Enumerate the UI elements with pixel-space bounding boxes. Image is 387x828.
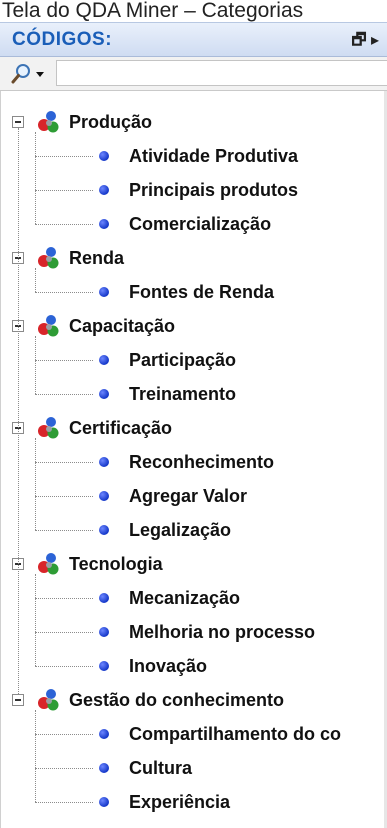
code-label: Reconhecimento [129, 452, 275, 472]
category-label: Capacitação [69, 316, 176, 336]
category-label: Tecnologia [69, 554, 163, 574]
code-label: Compartilhamento do co [129, 724, 342, 744]
code-dot-icon [99, 491, 109, 501]
code-dot-icon [99, 151, 109, 161]
panel-title: CÓDIGOS: [12, 29, 113, 50]
tree-connector-horizontal [35, 598, 93, 599]
tree-connector-horizontal [35, 496, 93, 497]
code-dot-icon [99, 797, 109, 807]
code-dot-icon [99, 389, 109, 399]
code-dot-icon [99, 661, 109, 671]
tree-code-item[interactable]: Reconhecimento [1, 445, 381, 479]
tree-connector-horizontal [35, 360, 93, 361]
code-label: Comercialização [129, 214, 272, 234]
tree-code-item[interactable]: Experiência [1, 785, 381, 819]
category-label: Produção [69, 112, 153, 132]
tree-code-item[interactable]: Agregar Valor [1, 479, 381, 513]
tree-connector-horizontal [35, 224, 93, 225]
code-label: Agregar Valor [129, 486, 248, 506]
code-label: Principais produtos [129, 180, 299, 200]
codes-tree: Produção Atividade Produtiva Principais pr… [0, 91, 387, 828]
collapse-toggle-icon[interactable] [12, 694, 24, 706]
category-spheres-icon [37, 110, 61, 134]
tree-connector-horizontal [35, 190, 93, 191]
code-dot-icon [99, 763, 109, 773]
category-label: Certificação [69, 418, 173, 438]
tree-connector-horizontal [35, 802, 93, 803]
code-label: Melhoria no processo [129, 622, 316, 642]
code-label: Fontes de Renda [129, 282, 275, 302]
tree-category-0[interactable]: Produção [1, 105, 381, 139]
category-spheres-icon [37, 688, 61, 712]
code-label: Cultura [129, 758, 192, 778]
tree-category-3[interactable]: Certificação [1, 411, 381, 445]
code-dot-icon [99, 355, 109, 365]
tree-code-item[interactable]: Treinamento [1, 377, 381, 411]
code-label: Inovação [129, 656, 208, 676]
chevron-down-icon [36, 72, 44, 77]
tree-category-1[interactable]: Renda [1, 241, 381, 275]
tree-code-item[interactable]: Mecanização [1, 581, 381, 615]
tree-connector-horizontal [35, 768, 93, 769]
code-label: Experiência [129, 792, 231, 812]
code-label: Legalização [129, 520, 232, 540]
panel-controls[interactable]: 🗗 ▸ [351, 29, 379, 56]
code-dot-icon [99, 185, 109, 195]
tree-connector-horizontal [35, 632, 93, 633]
code-dot-icon [99, 729, 109, 739]
tree-connector-horizontal [35, 734, 93, 735]
tree-code-item[interactable]: Comercialização [1, 207, 381, 241]
tree-code-item[interactable]: Compartilhamento do co [1, 717, 381, 751]
category-spheres-icon [37, 246, 61, 270]
category-spheres-icon [37, 314, 61, 338]
window-caption: Tela do QDA Miner – Categorias [2, 0, 304, 22]
collapse-toggle-icon[interactable] [12, 116, 24, 128]
magnifier-icon [11, 64, 44, 84]
search-dropdown-button[interactable] [10, 62, 50, 86]
search-input[interactable] [56, 60, 387, 86]
tree-connector-horizontal [35, 666, 93, 667]
tree-code-item[interactable]: Atividade Produtiva [1, 139, 381, 173]
tree-connector-root [18, 128, 19, 694]
tree-code-item[interactable]: Legalização [1, 513, 381, 547]
code-dot-icon [99, 287, 109, 297]
code-label: Participação [129, 350, 237, 370]
tree-connector-horizontal [35, 462, 93, 463]
code-dot-icon [99, 525, 109, 535]
codes-panel-header: CÓDIGOS: 🗗 ▸ [0, 22, 387, 57]
tree-category-4[interactable]: Tecnologia [1, 547, 381, 581]
search-toolbar [0, 57, 387, 91]
code-label: Atividade Produtiva [129, 146, 299, 166]
code-label: Mecanização [129, 588, 241, 608]
tree-connector-horizontal [35, 530, 93, 531]
tree-category-2[interactable]: Capacitação [1, 309, 381, 343]
code-dot-icon [99, 593, 109, 603]
tree-code-item[interactable]: Participação [1, 343, 381, 377]
tree-code-item[interactable]: Cultura [1, 751, 381, 785]
tree-connector-horizontal [35, 156, 93, 157]
category-spheres-icon [37, 416, 61, 440]
code-dot-icon [99, 219, 109, 229]
category-spheres-icon [37, 552, 61, 576]
tree-code-item[interactable]: Melhoria no processo [1, 615, 381, 649]
category-label: Gestão do conhecimento [69, 690, 285, 710]
code-dot-icon [99, 457, 109, 467]
tree-connector-horizontal [35, 292, 93, 293]
tree-code-item[interactable]: Fontes de Renda [1, 275, 381, 309]
tree-code-item[interactable]: Inovação [1, 649, 381, 683]
tree-code-item[interactable]: Principais produtos [1, 173, 381, 207]
category-label: Renda [69, 248, 125, 268]
tree-connector-horizontal [35, 394, 93, 395]
code-label: Treinamento [129, 384, 237, 404]
code-dot-icon [99, 627, 109, 637]
tree-category-5[interactable]: Gestão do conhecimento [1, 683, 381, 717]
